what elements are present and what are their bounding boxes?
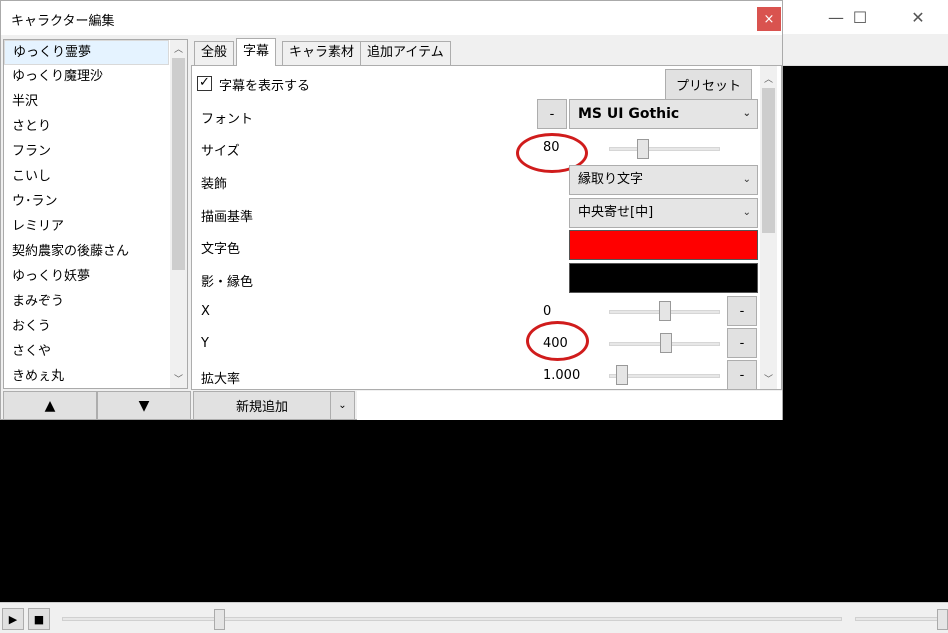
chevron-down-icon: ⌄ [742,108,751,119]
show-subtitle-checkbox[interactable]: ✓ [197,76,212,91]
tab-character-material[interactable]: キャラ素材 [282,41,362,65]
anchor-select[interactable]: 中央寄せ[中] ⌄ [569,198,758,228]
shadow-color-label: 影・縁色 [201,275,254,290]
list-item[interactable]: 半沢 [4,90,169,115]
scroll-down-icon[interactable]: ﹀ [760,370,777,387]
tab-additional-items[interactable]: 追加アイテム [360,41,451,65]
text-color-label: 文字色 [201,242,241,257]
scroll-down-icon[interactable]: ﹀ [170,370,187,387]
seek-track[interactable] [62,617,842,621]
x-value: 0 [543,304,552,319]
character-list-scrollbar[interactable]: ︿ ﹀ [170,40,187,388]
chevron-down-icon: ⌄ [742,174,751,185]
size-slider-thumb[interactable] [637,139,649,159]
list-item[interactable]: さくや [4,340,169,365]
close-icon[interactable]: × [757,7,781,31]
scale-value: 1.000 [543,368,581,383]
stop-icon[interactable]: ■ [28,608,50,630]
list-item[interactable]: さとり [4,115,169,140]
x-label: X [201,304,210,319]
anchor-select-value: 中央寄せ[中] [578,205,654,220]
list-item[interactable]: ゆっくり妖夢 [4,265,169,290]
text-color-swatch[interactable] [569,230,758,260]
tab-subtitle[interactable]: 字幕 [236,38,277,66]
list-item[interactable]: まみぞう [4,290,169,315]
y-annotation-circle [526,321,589,361]
show-subtitle-label: 字幕を表示する [219,79,311,94]
size-slider-track[interactable] [609,147,720,151]
font-label: フォント [201,112,254,127]
subtitle-settings-panel: ✓ 字幕を表示する プリセット フォント - MS UI Gothic ⌄ サイ… [191,65,782,390]
volume-track[interactable] [855,617,940,621]
list-item[interactable]: ウ･ラン [4,190,169,215]
add-new-button[interactable]: 新規追加 [193,391,331,420]
list-item[interactable]: ゆっくり魔理沙 [4,65,169,90]
scale-reset-button[interactable]: - [727,360,757,389]
add-new-dropdown-icon[interactable]: ⌄ [330,391,355,420]
x-slider-thumb[interactable] [659,301,671,321]
list-item[interactable]: きめぇ丸 [4,365,169,388]
chevron-down-icon: ⌄ [742,207,751,218]
character-edit-dialog: キャラクター編集 × ︿ ﹀ ゆっくり霊夢 ゆっくり魔理沙 半沢 さとり フラン こいしウ… [0,0,783,420]
scroll-up-icon[interactable]: ︿ [760,70,777,87]
seek-thumb[interactable] [214,609,225,630]
tab-general[interactable]: 全般 [194,41,235,65]
dialog-titlebar: キャラクター編集 × [1,1,782,35]
font-select-value: MS UI Gothic [578,106,680,122]
font-select[interactable]: MS UI Gothic ⌄ [569,99,758,129]
scroll-up-icon[interactable]: ︿ [170,40,187,57]
main-close-icon[interactable]: ✕ [890,0,946,34]
y-label: Y [201,336,209,351]
list-item[interactable]: レミリア [4,215,169,240]
font-reset-button[interactable]: - [537,99,567,129]
preset-button[interactable]: プリセット [665,69,752,100]
list-item[interactable]: 契約農家の後藤さん [4,240,169,265]
list-item[interactable]: ゆっくり霊夢 [4,40,169,65]
move-down-button[interactable]: ▼ [97,391,191,420]
y-reset-button[interactable]: - [727,328,757,358]
scale-slider-thumb[interactable] [616,365,628,385]
anchor-label: 描画基準 [201,210,254,225]
list-item[interactable]: おくう [4,315,169,340]
panel-scrollbar[interactable]: ︿ ﹀ [760,66,777,389]
playback-bar: ▶ ■ [0,602,948,633]
character-list: ︿ ﹀ ゆっくり霊夢 ゆっくり魔理沙 半沢 さとり フラン こいし ウ･ラン レミリア 契約農家… [3,39,188,389]
volume-thumb[interactable] [937,609,948,630]
move-up-button[interactable]: ▲ [3,391,97,420]
size-label: サイズ [201,144,240,159]
scroll-thumb[interactable] [172,58,185,270]
list-item[interactable]: フラン [4,140,169,165]
y-slider-thumb[interactable] [660,333,672,353]
decoration-select-value: 縁取り文字 [578,172,644,187]
shadow-color-swatch[interactable] [569,263,758,293]
list-item[interactable]: こいし [4,165,169,190]
scale-label: 拡大率 [201,372,241,387]
play-icon[interactable]: ▶ [2,608,24,630]
decoration-label: 装飾 [201,177,228,192]
decoration-select[interactable]: 縁取り文字 ⌄ [569,165,758,195]
bottom-blank-area [357,391,782,420]
panel-scroll-thumb[interactable] [762,88,775,233]
maximize-icon[interactable]: ☐ [832,0,888,34]
dialog-title: キャラクター編集 [11,14,115,29]
x-reset-button[interactable]: - [727,296,757,326]
